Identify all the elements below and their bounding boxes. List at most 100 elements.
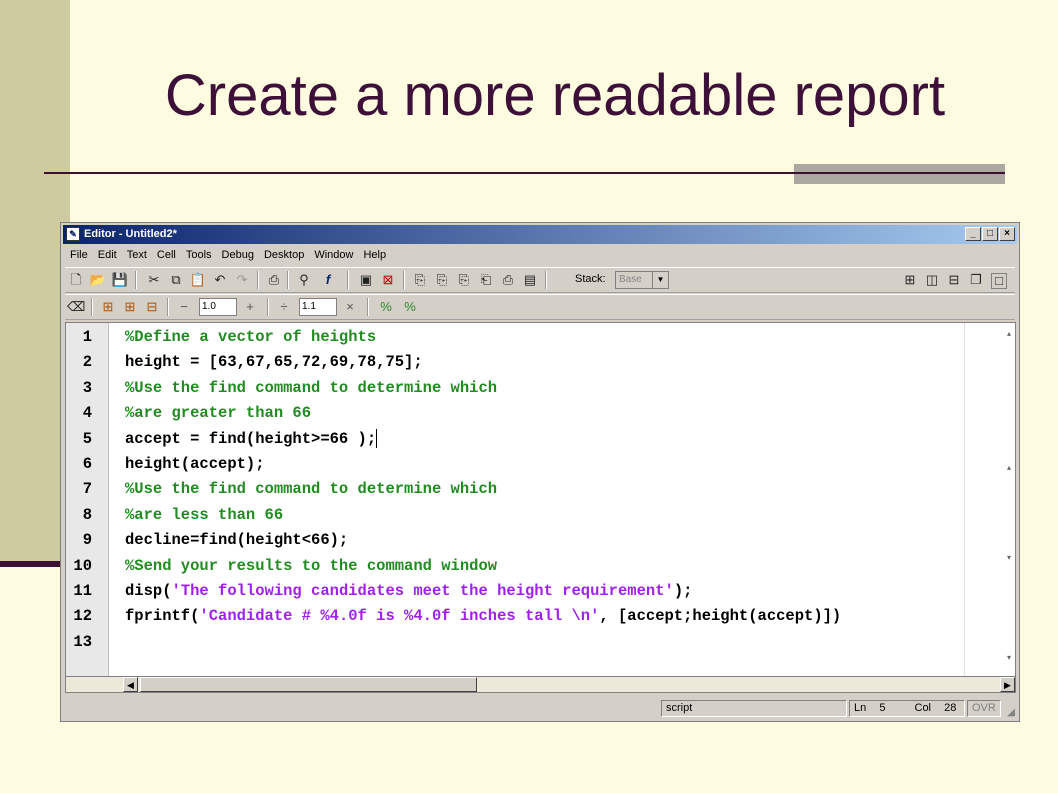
new-file-icon[interactable]: 🗋 [67, 271, 85, 289]
code-line[interactable]: 1 %Define a vector of heights [66, 325, 966, 350]
code-line[interactable]: 3 %Use the find command to determine whic… [66, 376, 966, 401]
stack-select[interactable]: Base ▼ [615, 271, 669, 289]
exit-debug-icon[interactable]: ⎙ [499, 271, 517, 289]
horizontal-scrollbar[interactable]: ◀ ▶ [65, 676, 1016, 693]
scroll-down-arrow-icon[interactable]: ▾ [1007, 653, 1011, 662]
status-position: Ln 5 Col 28 [849, 700, 965, 717]
hide-cell-titles-icon[interactable]: % [401, 298, 419, 316]
code-statement: accept = find(height>=66 ); [125, 429, 377, 448]
split-horizontal-icon[interactable]: ⊟ [945, 271, 963, 289]
line-number: 13 [73, 632, 92, 651]
status-mode: script [661, 700, 847, 717]
paste-icon[interactable]: 📋 [189, 271, 207, 289]
toolbar-separator [267, 298, 269, 316]
code-line[interactable]: 4 %are greater than 66 [66, 401, 966, 426]
menu-bar: File Edit Text Cell Tools Debug Desktop … [65, 246, 391, 264]
editor-app-icon[interactable]: ✎ [66, 227, 80, 241]
stop-debug-icon[interactable]: ▤ [521, 271, 539, 289]
function-icon[interactable]: f [319, 271, 337, 289]
menu-cell[interactable]: Cell [152, 246, 181, 264]
scroll-left-icon[interactable]: ◀ [123, 677, 138, 692]
code-line[interactable]: 13 [66, 630, 966, 655]
code-text: disp('The following candidates meet the … [125, 579, 692, 604]
line-value: 5 [879, 702, 886, 714]
line-number: 5 [82, 429, 92, 448]
tile-layout-icon[interactable]: ⊞ [901, 271, 919, 289]
menu-help[interactable]: Help [358, 246, 391, 264]
main-toolbar: 🗋 📂 💾 ✂ ⧉ 📋 ↶ ↷ ⎙ ⚲ f ▣ ⊠ ⎘ ⎘ ⎘ ⎗ ⎙ ▤ St… [65, 267, 1015, 293]
code-line[interactable]: 11 disp('The following candidates meet th… [66, 579, 966, 604]
decrement-value-field[interactable]: 1.0 [199, 298, 237, 316]
clear-breakpoints-icon[interactable]: ⊠ [379, 271, 397, 289]
minimize-button[interactable]: _ [965, 227, 981, 241]
code-statement: disp( [125, 582, 172, 600]
open-folder-icon[interactable]: 📂 [89, 271, 107, 289]
code-line[interactable]: 5 accept = find(height>=66 ); [66, 427, 966, 452]
window-titlebar[interactable]: ✎ Editor - Untitled2* _ □ × [63, 225, 1017, 244]
line-number: 10 [73, 556, 92, 575]
maximize-button[interactable]: □ [982, 227, 998, 241]
undo-icon[interactable]: ↶ [211, 271, 229, 289]
multiply-button[interactable]: × [341, 298, 359, 316]
line-number: 6 [82, 455, 92, 473]
scroll-right-icon[interactable]: ▶ [1000, 677, 1015, 692]
redo-icon[interactable]: ↷ [233, 271, 251, 289]
scrollbar-thumb[interactable] [140, 677, 477, 692]
code-editor[interactable]: ▴ ▴ ▾ ▾ 1 %Define a vector of heights 2 hei… [65, 322, 1016, 690]
divide-value-field[interactable]: 1.1 [299, 298, 337, 316]
code-text: decline=find(height<66); [125, 528, 348, 553]
toolbar-separator [135, 271, 137, 289]
evaluate-file-icon[interactable]: ⊟ [143, 298, 161, 316]
code-line[interactable]: 2 height = [63,67,65,72,69,78,75]; [66, 350, 966, 375]
code-line[interactable]: 9 decline=find(height<66); [66, 528, 966, 553]
line-number: 12 [73, 607, 92, 626]
menu-window[interactable]: Window [309, 246, 358, 264]
decrement-button[interactable]: − [175, 298, 193, 316]
menu-tools[interactable]: Tools [181, 246, 217, 264]
menu-desktop[interactable]: Desktop [259, 246, 309, 264]
code-comment: %Define a vector of heights [125, 328, 377, 346]
maximize-pane-icon[interactable]: □ [991, 273, 1007, 289]
show-cell-titles-icon[interactable]: % [377, 298, 395, 316]
step-in-icon[interactable]: ⎘ [433, 271, 451, 289]
step-icon[interactable]: ⎘ [411, 271, 429, 289]
print-icon[interactable]: ⎙ [265, 271, 283, 289]
col-value: 28 [944, 702, 957, 714]
menu-edit[interactable]: Edit [93, 246, 122, 264]
increment-button[interactable]: + [241, 298, 259, 316]
line-label: Ln [854, 702, 867, 714]
evaluate-advance-icon[interactable]: ⊞ [121, 298, 139, 316]
set-breakpoint-icon[interactable]: ▣ [357, 271, 375, 289]
resize-grip-icon[interactable]: ◢ [1007, 707, 1015, 718]
code-text: %Use the find command to determine which [125, 376, 497, 401]
eraser-icon[interactable]: ⌫ [67, 298, 85, 316]
step-out-icon[interactable]: ⎘ [455, 271, 473, 289]
toolbar-separator [347, 271, 349, 289]
find-binoculars-icon[interactable]: ⚲ [295, 271, 313, 289]
divide-button[interactable]: ÷ [275, 298, 293, 316]
code-comment: %Use the find command to determine which [125, 480, 498, 499]
save-icon[interactable]: 💾 [111, 271, 129, 289]
continue-icon[interactable]: ⎗ [477, 271, 495, 289]
undock-icon[interactable]: ❐ [967, 271, 985, 289]
scroll-up-arrow-icon[interactable]: ▴ [1007, 329, 1011, 338]
code-line[interactable]: 10 %Send your results to the command wind… [66, 554, 966, 579]
menu-text[interactable]: Text [122, 246, 152, 264]
chevron-down-icon[interactable]: ▼ [652, 272, 668, 288]
menu-debug[interactable]: Debug [217, 246, 259, 264]
code-line[interactable]: 8 %are less than 66 [66, 503, 966, 528]
cut-icon[interactable]: ✂ [145, 271, 163, 289]
split-vertical-icon[interactable]: ◫ [923, 271, 941, 289]
line-number: 7 [82, 480, 92, 499]
copy-icon[interactable]: ⧉ [167, 271, 185, 289]
toolbar-separator [367, 298, 369, 316]
slide-title: Create a more readable report [164, 63, 946, 128]
code-text: %are less than 66 [125, 503, 283, 528]
code-line[interactable]: 6 height(accept); [66, 452, 966, 477]
evaluate-cell-icon[interactable]: ⊞ [99, 298, 117, 316]
menu-file[interactable]: File [65, 246, 93, 264]
stack-label: Stack: [575, 273, 606, 285]
code-line[interactable]: 12 fprintf('Candidate # %4.0f is %4.0f in… [66, 604, 966, 629]
code-line[interactable]: 7 %Use the find command to determine whic… [66, 477, 966, 502]
close-button[interactable]: × [999, 227, 1015, 241]
